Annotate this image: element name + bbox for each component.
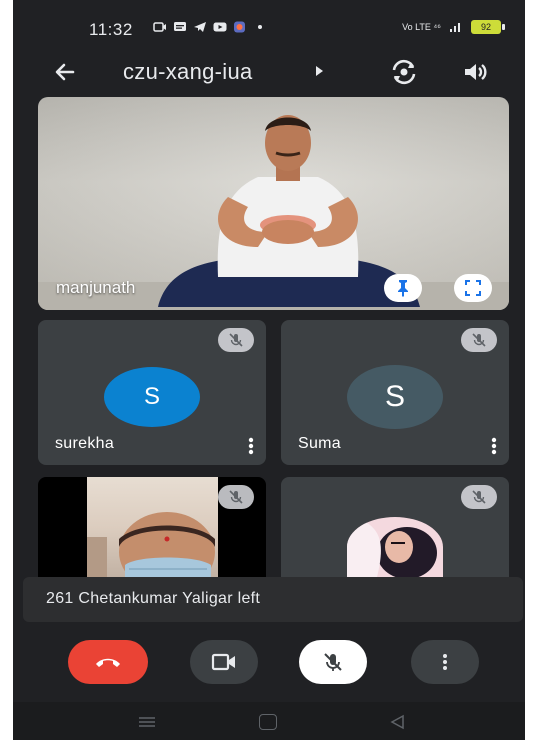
- profile-photo: [347, 517, 443, 577]
- end-call-button[interactable]: [68, 640, 148, 684]
- meeting-info-caret-icon[interactable]: [316, 66, 323, 76]
- battery-level: 92: [480, 22, 491, 32]
- more-options-button[interactable]: [411, 640, 479, 684]
- participant-video: [87, 477, 218, 577]
- app-icon: [234, 21, 245, 33]
- telegram-icon: [194, 22, 206, 32]
- participant-tile[interactable]: [281, 477, 509, 577]
- main-tile-name: manjunath: [56, 278, 136, 297]
- camera-icon: [211, 653, 235, 671]
- avatar: S: [347, 365, 443, 429]
- meet-screen: 11:32 Vo LTE ⁴⁶ 92 czu-xang-iua manjunat…: [13, 0, 525, 740]
- mic-off-icon: [472, 490, 486, 504]
- muted-badge: [461, 485, 497, 509]
- hang-up-icon: [96, 658, 120, 667]
- recent-apps-icon[interactable]: [138, 717, 156, 727]
- avatar-initial: S: [143, 383, 160, 410]
- dot-icon: [258, 25, 262, 29]
- avatar: [347, 517, 443, 577]
- participant-name: Suma: [298, 435, 341, 452]
- mic-off-icon: [472, 333, 486, 347]
- notification-icons: [153, 21, 267, 33]
- network-indicator: Vo LTE ⁴⁶: [402, 21, 441, 32]
- status-time: 11:32: [89, 20, 133, 39]
- more-options-icon[interactable]: [491, 436, 497, 456]
- pin-button[interactable]: [384, 274, 422, 302]
- fullscreen-icon: [465, 280, 481, 296]
- participant-tile[interactable]: S Suma: [281, 320, 509, 465]
- participant-video: [158, 115, 420, 307]
- speaker-icon[interactable]: [461, 58, 489, 86]
- participant-tile[interactable]: [38, 477, 266, 577]
- home-icon[interactable]: [259, 714, 277, 730]
- mic-off-icon: [229, 490, 243, 504]
- fullscreen-button[interactable]: [454, 274, 492, 302]
- signal-icon: [450, 23, 460, 32]
- muted-badge: [461, 328, 497, 352]
- camera-toggle-button[interactable]: [190, 640, 258, 684]
- meeting-code[interactable]: czu-xang-iua: [123, 59, 253, 85]
- muted-badge: [218, 328, 254, 352]
- muted-badge: [218, 485, 254, 509]
- switch-camera-icon[interactable]: [389, 57, 419, 87]
- more-options-icon[interactable]: [248, 436, 254, 456]
- mic-off-icon: [324, 653, 342, 671]
- avatar: S: [104, 367, 200, 427]
- back-arrow-icon[interactable]: [51, 58, 79, 86]
- pin-icon: [398, 280, 408, 297]
- meeting-header: czu-xang-iua: [13, 52, 525, 92]
- more-vert-icon: [443, 654, 447, 670]
- toast-message: 261 Chetankumar Yaligar left: [46, 590, 261, 607]
- battery-icon: 92: [471, 20, 505, 34]
- participant-tile[interactable]: S surekha: [38, 320, 266, 465]
- status-bar: 11:32 Vo LTE ⁴⁶ 92: [13, 0, 525, 52]
- nav-back-icon[interactable]: [389, 714, 405, 730]
- participant-name: surekha: [55, 435, 115, 452]
- notification-toast: 261 Chetankumar Yaligar left: [23, 577, 523, 622]
- system-nav-bar: [13, 702, 525, 740]
- microphone-toggle-button[interactable]: [299, 640, 367, 684]
- avatar-initial: S: [384, 380, 405, 413]
- mic-off-icon: [229, 333, 243, 347]
- message-icon: [174, 22, 186, 31]
- main-video-tile[interactable]: manjunath: [38, 97, 509, 310]
- video-frame: [87, 512, 215, 577]
- youtube-icon: [213, 22, 227, 32]
- screen-record-icon: [153, 22, 166, 32]
